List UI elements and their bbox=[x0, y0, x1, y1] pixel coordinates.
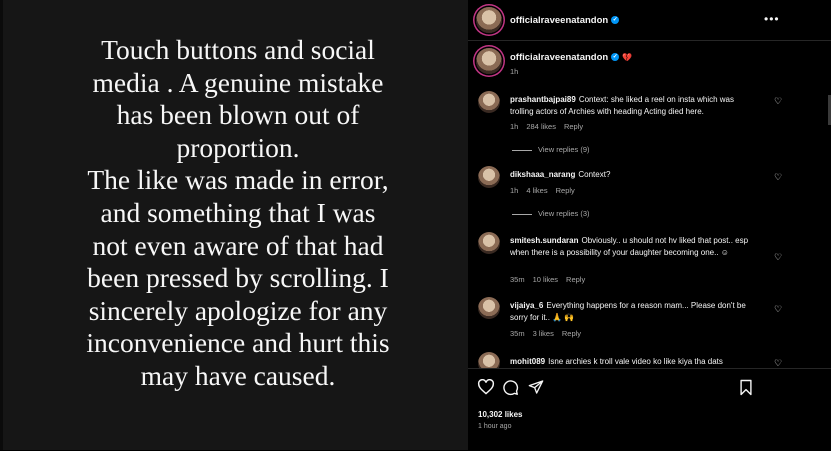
comment-likes[interactable]: 3 likes bbox=[533, 329, 554, 338]
comment-username[interactable]: mohit089 bbox=[510, 357, 545, 366]
comment-time: 1h bbox=[510, 122, 519, 131]
like-count[interactable]: 10,302 likes bbox=[478, 410, 522, 419]
reply-button[interactable]: Reply bbox=[564, 122, 583, 131]
comment-avatar[interactable] bbox=[478, 91, 500, 113]
comment-username[interactable]: prashantbajpai89 bbox=[510, 95, 576, 104]
comment-text: Context? bbox=[578, 170, 611, 179]
caption-time: 1h bbox=[510, 67, 519, 76]
story-text: Touch buttons and social media . A genui… bbox=[86, 34, 390, 391]
caption-username[interactable]: officialraveenatandon bbox=[510, 52, 608, 63]
comment-body: smitesh.sundaran Obviously.. u should not… bbox=[510, 235, 758, 258]
replies-divider bbox=[512, 213, 532, 215]
view-replies-label: View replies (9) bbox=[538, 145, 590, 154]
post-header: officialraveenatandon ✓ ••• bbox=[468, 0, 831, 41]
comment-avatar[interactable] bbox=[478, 166, 500, 188]
more-options-icon[interactable]: ••• bbox=[764, 12, 780, 26]
reply-button[interactable]: Reply bbox=[556, 186, 575, 195]
comment-like-heart-icon[interactable]: ♡ bbox=[774, 304, 782, 315]
comment-meta: 35m 3 likes Reply bbox=[510, 329, 581, 338]
view-replies-button[interactable]: View replies (3) bbox=[512, 209, 590, 218]
header-username-row: officialraveenatandon ✓ bbox=[510, 15, 620, 26]
reply-button[interactable]: Reply bbox=[562, 329, 581, 338]
comment-text: Isne archies k troll vale video ko like … bbox=[548, 357, 723, 366]
share-icon[interactable] bbox=[528, 379, 544, 395]
header-username[interactable]: officialraveenatandon bbox=[510, 15, 608, 26]
comment-username[interactable]: vijaiya_6 bbox=[510, 301, 543, 310]
verified-icon: ✓ bbox=[611, 16, 620, 25]
comment-like-heart-icon[interactable]: ♡ bbox=[774, 252, 782, 263]
comment-time: 35m bbox=[510, 275, 525, 284]
comment-body: vijaiya_6 Everything happens for a reason… bbox=[510, 300, 758, 323]
comment-text: Everything happens for a reason mam... P… bbox=[510, 301, 746, 322]
comment-body: mohit089 Isne archies k troll vale video … bbox=[510, 356, 758, 368]
header-avatar[interactable] bbox=[476, 7, 502, 33]
caption-username-row: officialraveenatandon ✓ 💔 bbox=[510, 52, 632, 63]
view-replies-button[interactable]: View replies (9) bbox=[512, 145, 590, 154]
bookmark-icon[interactable] bbox=[739, 379, 753, 396]
comment-like-heart-icon[interactable]: ♡ bbox=[774, 172, 782, 183]
comment-body: prashantbajpai89 Context: she liked a ree… bbox=[510, 94, 758, 117]
comment-body: dikshaaa_narang Context? bbox=[510, 169, 758, 181]
story-panel: Touch buttons and social media . A genui… bbox=[0, 0, 468, 450]
comment-time: 1h bbox=[510, 186, 519, 195]
comment-meta: 35m 10 likes Reply bbox=[510, 275, 585, 284]
caption-avatar[interactable] bbox=[476, 48, 502, 74]
post-time: 1 hour ago bbox=[478, 423, 512, 430]
comment-meta: 1h 284 likes Reply bbox=[510, 122, 583, 131]
comment-icon[interactable] bbox=[502, 379, 519, 396]
story-edge bbox=[0, 0, 3, 450]
comment-username[interactable]: smitesh.sundaran bbox=[510, 236, 578, 245]
verified-icon: ✓ bbox=[611, 53, 620, 62]
comment-likes[interactable]: 284 likes bbox=[526, 122, 556, 131]
view-replies-label: View replies (3) bbox=[538, 209, 590, 218]
comment-time: 35m bbox=[510, 329, 525, 338]
comment-like-heart-icon[interactable]: ♡ bbox=[774, 96, 782, 107]
comment-likes[interactable]: 4 likes bbox=[526, 186, 547, 195]
comment-avatar[interactable] bbox=[478, 297, 500, 319]
comment-likes[interactable]: 10 likes bbox=[533, 275, 558, 284]
comment-username[interactable]: dikshaaa_narang bbox=[510, 170, 575, 179]
broken-heart-emoji: 💔 bbox=[622, 52, 633, 62]
action-bar: 10,302 likes 1 hour ago bbox=[468, 368, 831, 451]
reply-button[interactable]: Reply bbox=[566, 275, 585, 284]
post-panel: officialraveenatandon ✓ ••• officialravee… bbox=[468, 0, 831, 451]
comment-avatar[interactable] bbox=[478, 232, 500, 254]
heart-icon[interactable] bbox=[477, 379, 495, 395]
replies-divider bbox=[512, 149, 532, 151]
comment-meta: 1h 4 likes Reply bbox=[510, 186, 575, 195]
